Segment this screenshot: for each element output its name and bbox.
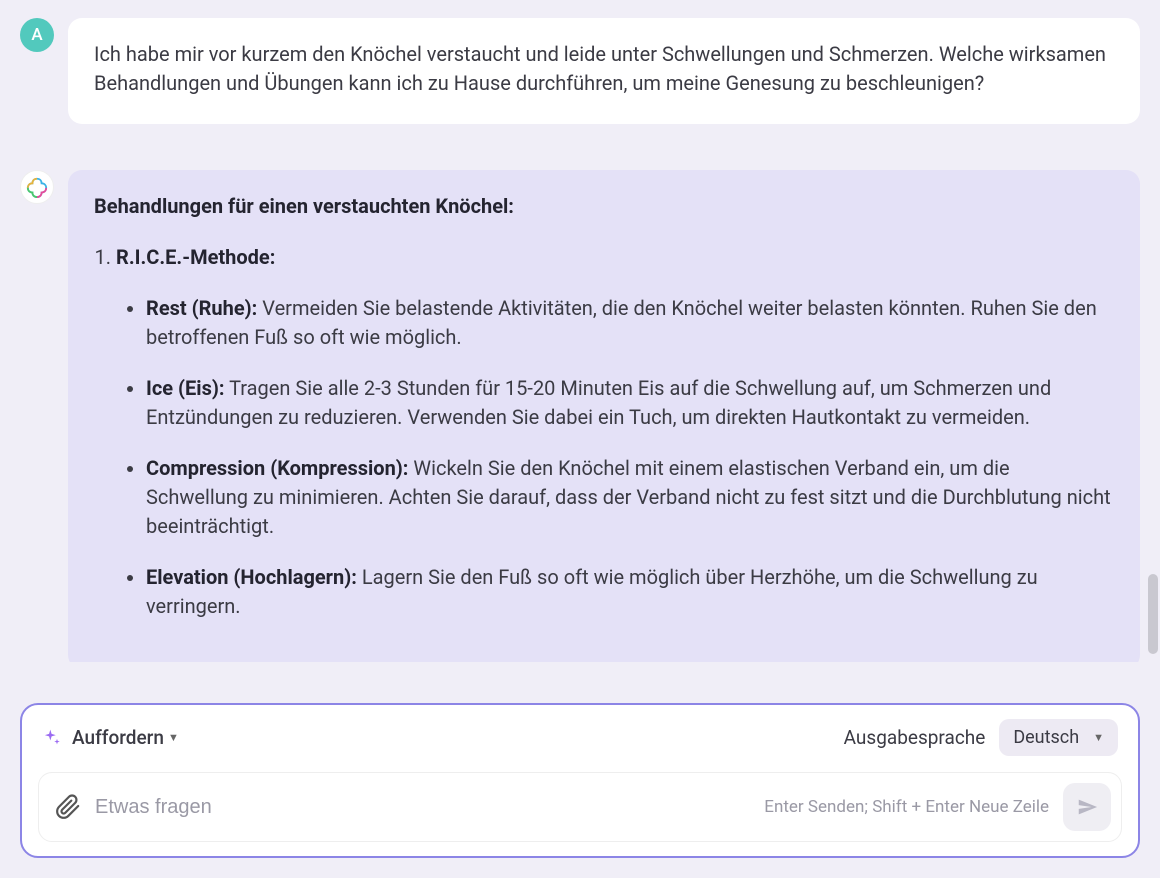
scrollbar-thumb[interactable] xyxy=(1148,574,1158,654)
assistant-ordered-list: R.I.C.E.-Methode: Rest (Ruhe): Vermeiden… xyxy=(94,243,1114,621)
chevron-down-icon: ▼ xyxy=(1093,731,1104,744)
assistant-heading: Behandlungen für einen verstauchten Knöc… xyxy=(94,192,1114,221)
send-button[interactable] xyxy=(1063,783,1111,831)
list-item: R.I.C.E.-Methode: Rest (Ruhe): Vermeiden… xyxy=(116,243,1114,621)
user-message-bubble: Ich habe mir vor kurzem den Knöchel vers… xyxy=(68,18,1140,124)
term: Elevation (Hochlagern): xyxy=(146,565,357,589)
composer-left-controls: Auffordern ▼ xyxy=(42,726,179,749)
input-hint: Enter Senden; Shift + Enter Neue Zeile xyxy=(764,797,1049,817)
language-value: Deutsch xyxy=(1013,727,1079,748)
composer-right-controls: Ausgabesprache Deutsch ▼ xyxy=(844,719,1118,756)
assistant-message-row: Behandlungen für einen verstauchten Knöc… xyxy=(20,170,1140,662)
user-avatar: A xyxy=(20,18,54,52)
chat-area: A Ich habe mir vor kurzem den Knöchel ve… xyxy=(0,0,1160,662)
sub-list-item: Elevation (Hochlagern): Lagern Sie den F… xyxy=(146,563,1114,621)
composer: Auffordern ▼ Ausgabesprache Deutsch ▼ En… xyxy=(20,703,1140,858)
language-select[interactable]: Deutsch ▼ xyxy=(999,719,1118,756)
composer-top-row: Auffordern ▼ Ausgabesprache Deutsch ▼ xyxy=(38,719,1122,756)
send-icon xyxy=(1076,796,1098,818)
term-text: Vermeiden Sie belastende Aktivitäten, di… xyxy=(146,296,1097,349)
user-message-row: A Ich habe mir vor kurzem den Knöchel ve… xyxy=(20,18,1140,124)
message-input[interactable] xyxy=(95,796,750,819)
chevron-down-icon: ▼ xyxy=(168,731,179,744)
sparkle-icon xyxy=(42,728,62,748)
term: Compression (Kompression): xyxy=(146,456,408,480)
sub-list-item: Rest (Ruhe): Vermeiden Sie belastende Ak… xyxy=(146,294,1114,352)
user-avatar-letter: A xyxy=(31,25,42,45)
assistant-message-bubble: Behandlungen für einen verstauchten Knöc… xyxy=(68,170,1140,662)
term: Ice (Eis): xyxy=(146,376,225,400)
user-message-text: Ich habe mir vor kurzem den Knöchel vers… xyxy=(94,42,1106,95)
assistant-logo-icon xyxy=(26,176,48,198)
attachment-icon[interactable] xyxy=(55,794,81,820)
assistant-avatar xyxy=(20,170,54,204)
mode-label: Auffordern xyxy=(72,726,164,749)
sub-list-item: Compression (Kompression): Wickeln Sie d… xyxy=(146,454,1114,541)
sub-list: Rest (Ruhe): Vermeiden Sie belastende Ak… xyxy=(116,294,1114,621)
term: Rest (Ruhe): xyxy=(146,296,257,320)
output-language-label: Ausgabesprache xyxy=(844,726,986,749)
mode-dropdown[interactable]: Auffordern ▼ xyxy=(72,726,179,749)
sub-list-item: Ice (Eis): Tragen Sie alle 2-3 Stunden f… xyxy=(146,374,1114,432)
term-text: Tragen Sie alle 2-3 Stunden für 15-20 Mi… xyxy=(146,376,1051,429)
list-item-title: R.I.C.E.-Methode: xyxy=(116,245,275,269)
input-row: Enter Senden; Shift + Enter Neue Zeile xyxy=(38,772,1122,842)
